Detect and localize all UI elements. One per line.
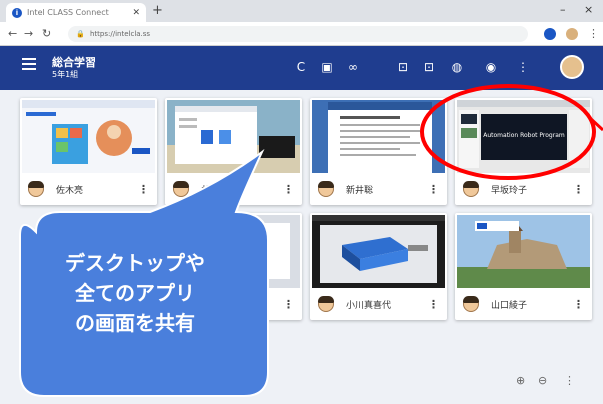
- unlock-icon[interactable]: ⊡: [420, 59, 438, 75]
- callout-text: デスクトップや 全てのアプリ の画面を共有: [18, 248, 252, 338]
- student-name: 早坂玲子: [491, 185, 528, 196]
- teacher-avatar[interactable]: [560, 55, 584, 79]
- class-title: 総合学習: [52, 56, 96, 69]
- link-icon[interactable]: ∞: [344, 59, 362, 75]
- app-header: 総合学習 5年1組 C ▣ ∞ ⊡ ⊡ ◍ ◉ ⋮: [0, 46, 603, 90]
- student-card[interactable]: 山口綾子 ⋮: [455, 213, 592, 320]
- screen-icon[interactable]: ▣: [318, 59, 336, 75]
- student-card[interactable]: 佐木亮 ⋮: [20, 98, 157, 205]
- more-icon[interactable]: ⋮: [138, 183, 149, 196]
- add-icon[interactable]: ⊕: [516, 374, 525, 387]
- student-avatar: [173, 181, 189, 197]
- lock-icon: 🔒: [76, 30, 85, 38]
- browser-toolbar: ← → ↻ 🔒 https://intelcla.ss ⋮: [0, 22, 603, 46]
- presentation-title: Automation Robot Program: [483, 132, 565, 139]
- student-name: 井上美: [201, 185, 229, 196]
- more-icon[interactable]: ⋮: [564, 374, 575, 387]
- student-card-footer: 新井聡 ⋮: [310, 173, 447, 205]
- more-icon[interactable]: ⋮: [514, 59, 532, 75]
- tool-icon[interactable]: ◉: [482, 59, 500, 75]
- screen-thumbnail[interactable]: [22, 100, 155, 173]
- back-icon[interactable]: ←: [8, 27, 17, 40]
- student-card[interactable]: Automation Robot Program 早坂玲子 ⋮: [455, 98, 592, 205]
- new-tab-button[interactable]: +: [152, 3, 163, 18]
- student-card-footer: 早坂玲子 ⋮: [455, 173, 592, 205]
- screen-thumbnail[interactable]: [312, 100, 445, 173]
- reload-icon[interactable]: ↻: [42, 27, 51, 40]
- student-card-footer: 山口綾子 ⋮: [455, 288, 592, 320]
- student-avatar: [463, 296, 479, 312]
- browser-tab[interactable]: i Intel CLASS Connect ✕: [6, 3, 146, 22]
- student-name: 山口綾子: [491, 300, 528, 311]
- student-name: 小川真喜代: [346, 300, 392, 311]
- profile-icon[interactable]: [566, 28, 578, 40]
- globe-icon[interactable]: ◍: [448, 59, 466, 75]
- more-icon[interactable]: ⋮: [283, 183, 294, 196]
- student-avatar: [318, 296, 334, 312]
- more-icon[interactable]: ⋮: [573, 298, 584, 311]
- tab-title: Intel CLASS Connect: [27, 8, 109, 17]
- callout-line-1: デスクトップや: [65, 251, 205, 275]
- close-window-button[interactable]: ×: [584, 3, 593, 16]
- student-avatar: [318, 181, 334, 197]
- lock-icon[interactable]: ⊡: [394, 59, 412, 75]
- more-icon[interactable]: ⋮: [428, 298, 439, 311]
- more-icon[interactable]: ⋮: [573, 183, 584, 196]
- forward-icon[interactable]: →: [24, 27, 33, 40]
- cast-icon[interactable]: C: [292, 59, 310, 75]
- student-card[interactable]: 新井聡 ⋮: [310, 98, 447, 205]
- class-subtitle: 5年1組: [52, 70, 79, 79]
- callout-line-3: の画面を共有: [75, 311, 195, 335]
- student-card-footer: 井上美 ⋮: [165, 173, 302, 205]
- site-favicon-icon: i: [12, 7, 22, 18]
- more-icon[interactable]: ⋮: [428, 183, 439, 196]
- student-avatar: [28, 181, 44, 197]
- screen-thumbnail[interactable]: [167, 100, 300, 173]
- student-card-footer: 佐木亮 ⋮: [20, 173, 157, 205]
- student-avatar: [463, 181, 479, 197]
- menu-icon[interactable]: [22, 58, 36, 70]
- screen-thumbnail[interactable]: Automation Robot Program: [457, 100, 590, 173]
- screen-thumbnail[interactable]: [457, 215, 590, 288]
- browser-tabstrip: i Intel CLASS Connect ✕ + – ×: [0, 0, 603, 22]
- screen-thumbnail[interactable]: [312, 215, 445, 288]
- more-icon[interactable]: ⋮: [283, 298, 294, 311]
- screen: i Intel CLASS Connect ✕ + – × ← → ↻ 🔒 ht…: [0, 0, 603, 404]
- minimize-button[interactable]: –: [560, 3, 566, 16]
- browser-menu-icon[interactable]: ⋮: [588, 27, 599, 40]
- extension-icon[interactable]: [544, 28, 556, 40]
- student-card[interactable]: 小川真喜代 ⋮: [310, 213, 447, 320]
- student-name: 新井聡: [346, 185, 374, 196]
- student-card[interactable]: 井上美 ⋮: [165, 98, 302, 205]
- student-name: 佐木亮: [56, 185, 84, 196]
- student-card-footer: 小川真喜代 ⋮: [310, 288, 447, 320]
- address-bar[interactable]: 🔒 https://intelcla.ss: [68, 26, 528, 42]
- url-text: https://intelcla.ss: [90, 30, 151, 38]
- remove-icon[interactable]: ⊖: [538, 374, 547, 387]
- tab-close-icon[interactable]: ✕: [132, 8, 140, 18]
- callout-line-2: 全てのアプリ: [75, 281, 195, 305]
